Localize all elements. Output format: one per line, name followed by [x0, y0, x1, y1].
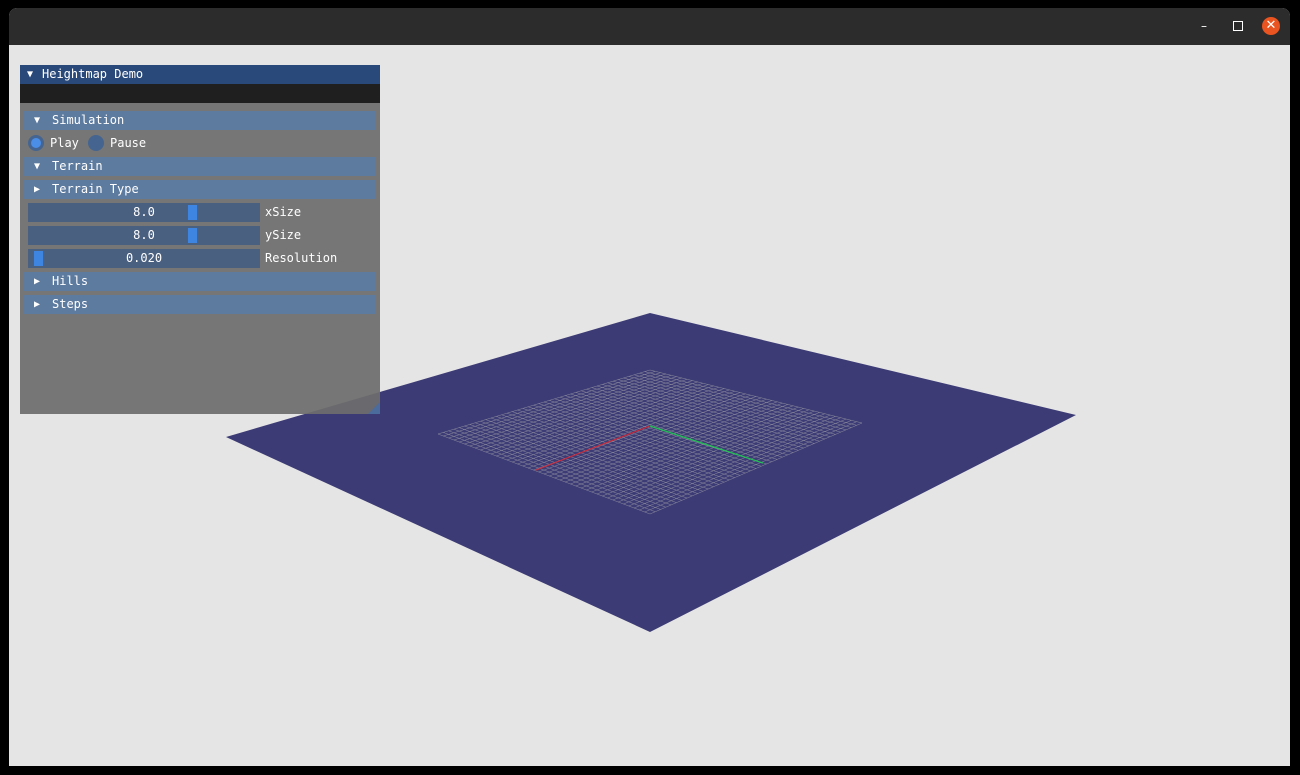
slider-value: 8.0 [133, 205, 155, 219]
expanded-arrow-icon: ▼ [34, 115, 41, 126]
terrain-type-header[interactable]: ▶ Terrain Type [24, 180, 376, 199]
xsize-slider[interactable]: 8.0 [28, 203, 260, 222]
maximize-button[interactable] [1229, 17, 1247, 35]
hills-header-label: Hills [52, 274, 89, 288]
collapsed-arrow-icon: ▶ [34, 184, 41, 195]
play-radio[interactable] [28, 135, 44, 151]
radio-selected-dot [31, 138, 41, 148]
simulation-header-label: Simulation [52, 113, 125, 127]
steps-header-label: Steps [52, 297, 89, 311]
app-window: – ✕ ▼ Heightmap Demo ▼ Simulation Play P… [9, 8, 1290, 766]
3d-viewport[interactable]: ▼ Heightmap Demo ▼ Simulation Play Pause… [9, 45, 1290, 766]
slider-value: 0.020 [125, 251, 163, 265]
xsize-label: xSize [265, 205, 302, 219]
collapsed-arrow-icon: ▶ [34, 276, 41, 287]
close-button[interactable]: ✕ [1262, 17, 1280, 35]
slider-value: 8.0 [133, 228, 155, 242]
pause-radio[interactable] [88, 135, 104, 151]
terrain-header[interactable]: ▼ Terrain [24, 157, 376, 176]
panel-menu-bar [20, 84, 380, 103]
simulation-header[interactable]: ▼ Simulation [24, 111, 376, 130]
panel-title-bar[interactable]: ▼ Heightmap Demo [20, 65, 380, 84]
minimize-button[interactable]: – [1195, 17, 1213, 35]
terrain-header-label: Terrain [52, 159, 103, 173]
heightmap-demo-panel[interactable]: ▼ Heightmap Demo ▼ Simulation Play Pause… [20, 65, 380, 414]
hills-header[interactable]: ▶ Hills [24, 272, 376, 291]
collapsed-arrow-icon: ▶ [34, 299, 41, 310]
expanded-arrow-icon: ▼ [34, 161, 41, 172]
ysize-slider[interactable]: 8.0 [28, 226, 260, 245]
resize-grip[interactable] [368, 402, 380, 414]
title-bar: – ✕ [9, 8, 1290, 45]
collapse-arrow-icon[interactable]: ▼ [27, 65, 33, 84]
play-label[interactable]: Play [50, 134, 79, 153]
terrain-type-header-label: Terrain Type [52, 182, 139, 196]
steps-header[interactable]: ▶ Steps [24, 295, 376, 314]
ysize-label: ySize [265, 228, 302, 242]
pause-label[interactable]: Pause [110, 134, 146, 153]
resolution-slider[interactable]: 0.020 [28, 249, 260, 268]
maximize-icon [1233, 21, 1243, 31]
panel-title: Heightmap Demo [42, 67, 144, 81]
resolution-label: Resolution [265, 251, 338, 265]
